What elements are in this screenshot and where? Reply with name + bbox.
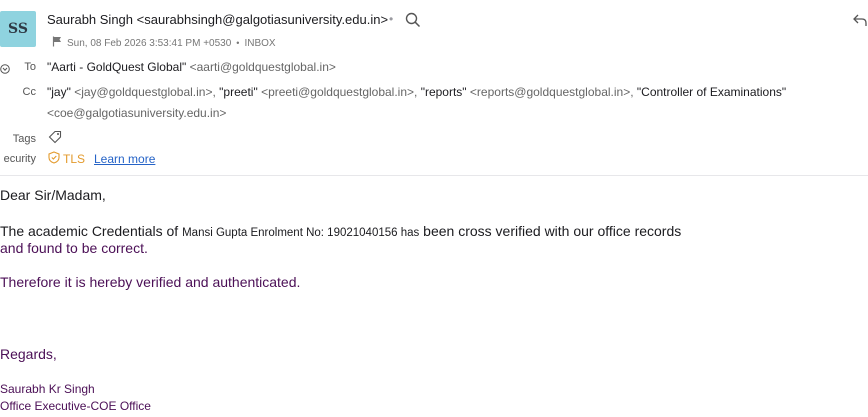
sender-address[interactable]: Saurabh Singh <saurabhsingh@galgotiasuni… bbox=[47, 12, 388, 27]
paragraph-1-line-1: The academic Credentials of Mansi Gupta … bbox=[0, 223, 681, 239]
paragraph-1-line-2: and found to be correct. bbox=[0, 240, 148, 256]
cc-address-line2[interactable]: <coe@galgotiasuniversity.edu.in> bbox=[47, 106, 226, 120]
cc-address: <reports@goldquestglobal.in>, bbox=[469, 85, 634, 99]
tls-label: TLS bbox=[63, 152, 86, 166]
cc-name: "Controller of Examinations" bbox=[636, 85, 787, 99]
header-divider bbox=[0, 175, 868, 176]
meta-dot: • bbox=[236, 38, 240, 48]
to-name: "Aarti - GoldQuest Global" bbox=[47, 60, 187, 74]
to-label: To bbox=[24, 61, 36, 73]
reply-icon[interactable] bbox=[853, 13, 867, 32]
avatar: SS bbox=[0, 11, 36, 47]
cc-address: <preeti@goldquestglobal.in>, bbox=[261, 85, 418, 99]
flag-icon[interactable] bbox=[52, 36, 62, 50]
cc-name: "jay" bbox=[47, 85, 71, 99]
cc-label: Cc bbox=[22, 86, 36, 98]
to-recipient[interactable]: "Aarti - GoldQuest Global" <aarti@goldqu… bbox=[47, 60, 336, 74]
cc-name: "reports" bbox=[420, 85, 467, 99]
regards: Regards, bbox=[0, 346, 57, 362]
message-date: Sun, 08 Feb 2026 3:53:41 PM +0530 bbox=[67, 37, 232, 49]
signature-title: Office Executive-COE Office bbox=[0, 399, 151, 413]
separator-dot: • bbox=[389, 12, 394, 26]
message-meta: Sun, 08 Feb 2026 3:53:41 PM +0530 • INBO… bbox=[52, 36, 276, 50]
tag-icon[interactable] bbox=[48, 130, 62, 149]
to-address: <aarti@goldquestglobal.in> bbox=[189, 60, 336, 74]
chevron-icon[interactable] bbox=[0, 61, 10, 79]
security-label: ecurity bbox=[3, 153, 36, 165]
cc-name: "preeti" bbox=[219, 85, 258, 99]
tls-badge: TLS bbox=[48, 151, 85, 167]
greeting: Dear Sir/Madam, bbox=[0, 187, 106, 203]
cc-address: <jay@goldquestglobal.in>, bbox=[74, 85, 216, 99]
cc-recipients[interactable]: "jay" <jay@goldquestglobal.in>, "preeti"… bbox=[47, 85, 786, 99]
folder-label: INBOX bbox=[244, 37, 276, 49]
paragraph-2: Therefore it is hereby verified and auth… bbox=[0, 274, 301, 290]
learn-more-link[interactable]: Learn more bbox=[94, 152, 155, 166]
p1-start: The academic Credentials of bbox=[0, 223, 183, 239]
p1-candidate: Mansi Gupta Enrolment No: 19021040156 ha… bbox=[182, 227, 420, 239]
p1-end: been cross verified with our office reco… bbox=[419, 223, 682, 239]
search-icon[interactable] bbox=[405, 12, 421, 33]
shield-check-icon bbox=[48, 151, 60, 167]
signature-name: Saurabh Kr Singh bbox=[0, 382, 95, 396]
tags-label: Tags bbox=[12, 133, 36, 145]
